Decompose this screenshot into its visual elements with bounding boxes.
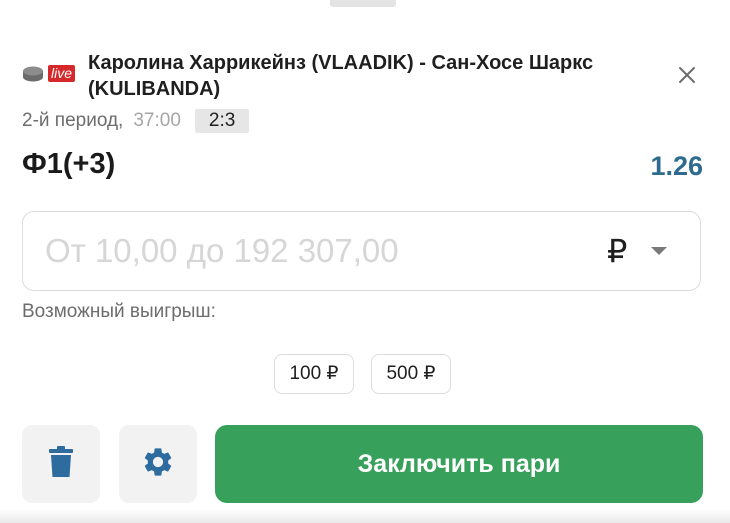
drag-handle[interactable]: [330, 0, 396, 7]
match-status: 2-й период, 37:00 2:3: [22, 109, 250, 133]
place-bet-button[interactable]: Заключить пари: [215, 425, 703, 503]
close-icon: [678, 66, 696, 89]
caret-down-icon[interactable]: [651, 247, 667, 255]
match-time: 37:00: [133, 110, 181, 131]
close-button[interactable]: [672, 62, 702, 92]
match-score: 2:3: [194, 109, 250, 133]
place-bet-label: Заключить пари: [357, 449, 561, 478]
trash-icon: [48, 445, 74, 483]
possible-win-label: Возможный выигрыш:: [22, 301, 216, 322]
stake-field[interactable]: ₽: [22, 211, 701, 291]
quick-amount-500-button[interactable]: 500 ₽: [371, 354, 451, 394]
quick-amount-100-button[interactable]: 100 ₽: [274, 354, 354, 394]
stake-input[interactable]: [45, 228, 565, 274]
bet-name: Ф1(+3): [22, 148, 116, 180]
hockey-puck-icon: [22, 66, 44, 82]
live-badge: live: [48, 65, 76, 82]
currency-selector[interactable]: ₽: [607, 232, 627, 270]
gear-icon: [141, 445, 175, 484]
match-title: Каролина Харрикейнз (VLAADIK) - Сан-Хосе…: [88, 52, 594, 100]
delete-button[interactable]: [22, 425, 100, 503]
match-period: 2-й период,: [22, 110, 124, 131]
bet-odds: 1.26: [650, 151, 703, 181]
bottom-divider: [0, 509, 730, 523]
settings-button[interactable]: [119, 425, 197, 503]
